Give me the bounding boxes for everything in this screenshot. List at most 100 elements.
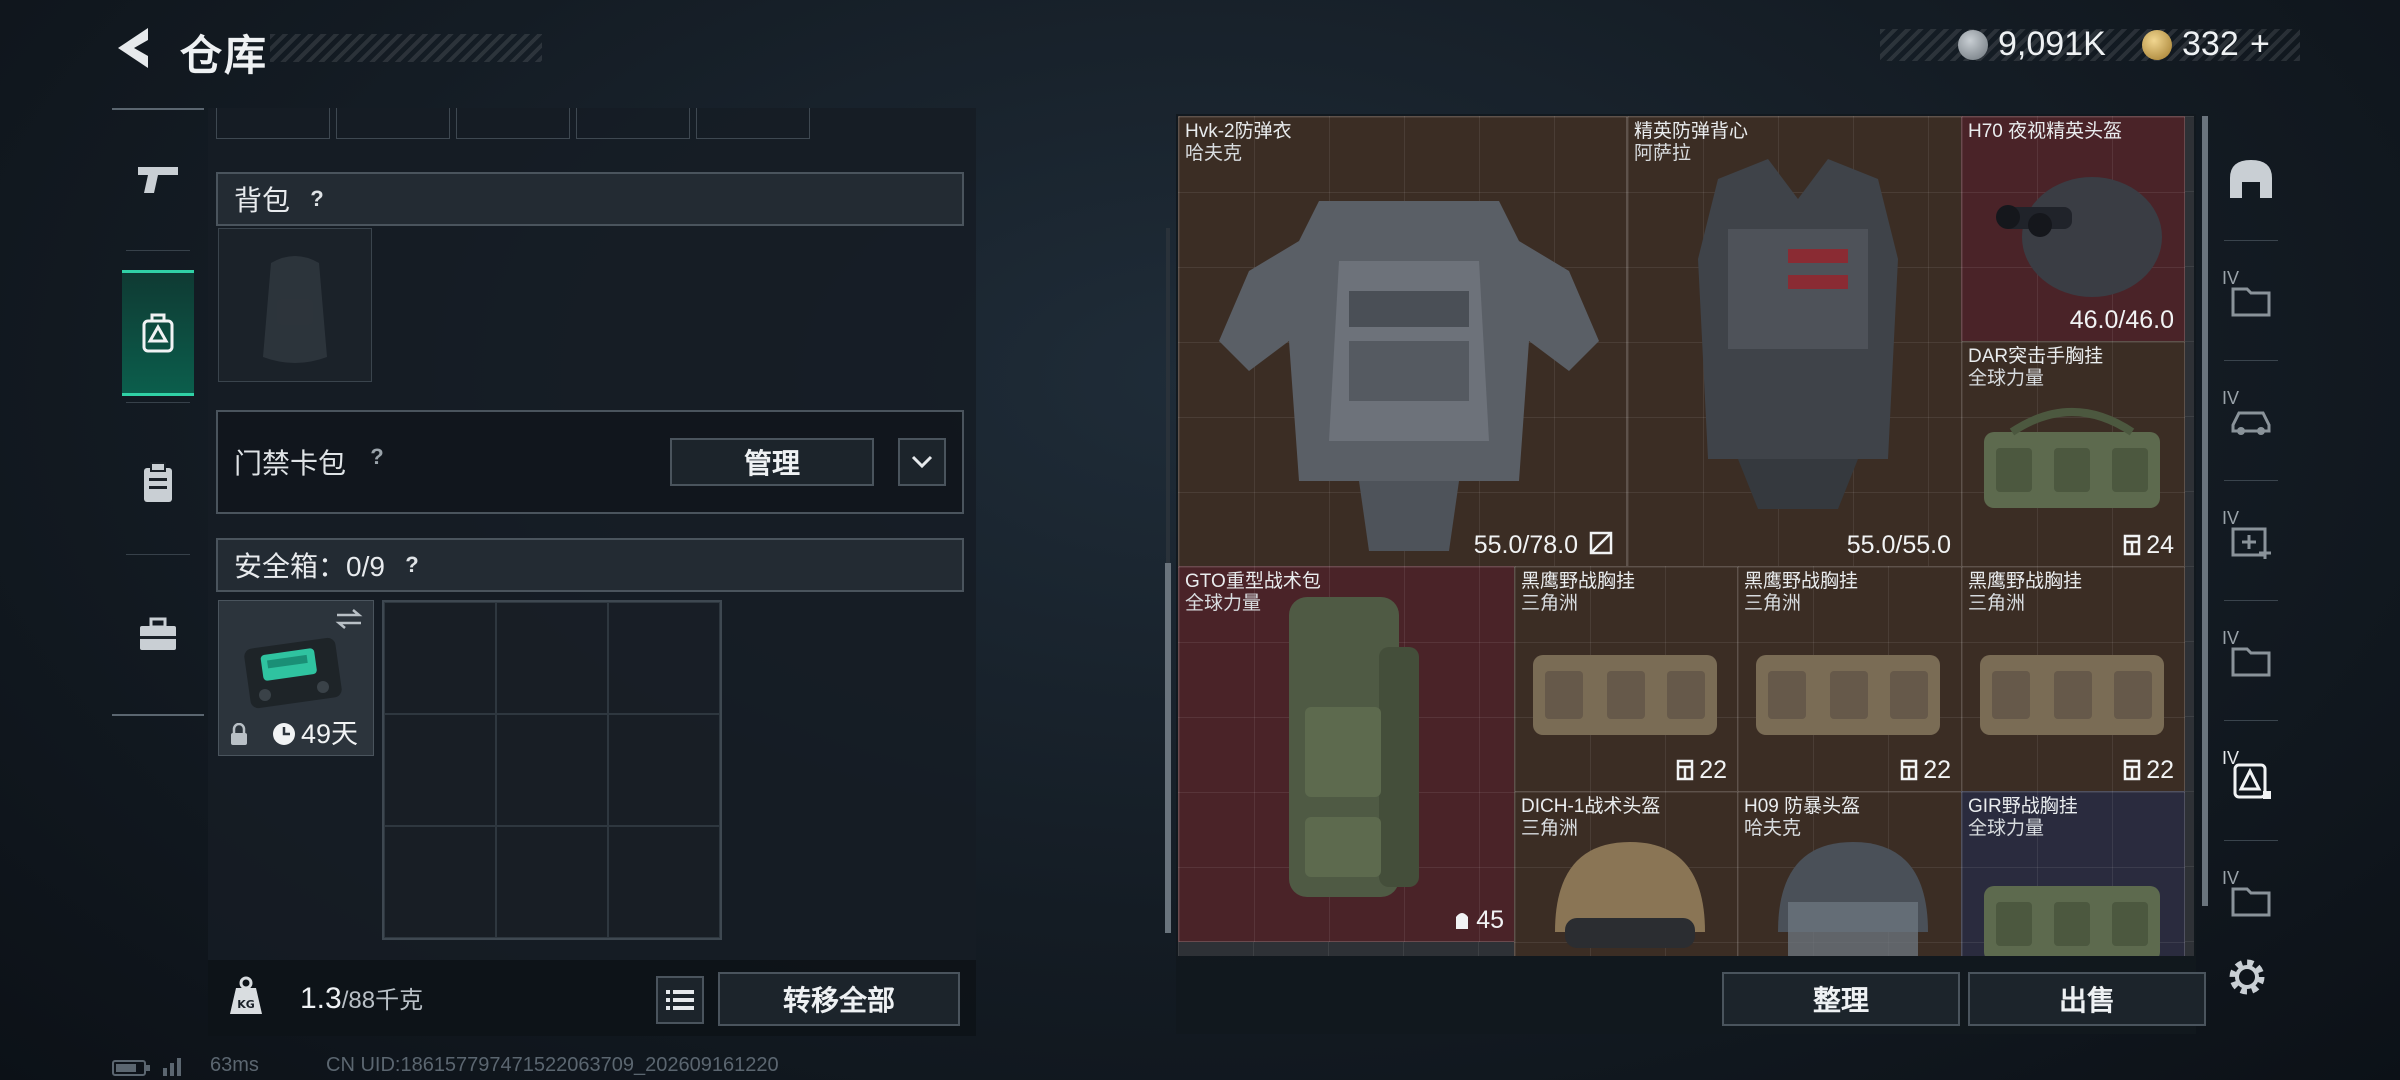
- inventory-item[interactable]: GIR野战胸挂 全球力量: [1961, 791, 2185, 956]
- back-arrow-icon: [118, 28, 148, 68]
- item-name: DICH-1战术头盔: [1521, 796, 1661, 817]
- item-name: 精英防弹背心: [1634, 121, 1749, 142]
- keycard-section: 门禁卡包 ? 管理: [216, 410, 964, 514]
- equip-slot[interactable]: [336, 108, 450, 139]
- equip-slot[interactable]: [576, 108, 690, 139]
- back-button[interactable]: [108, 22, 158, 74]
- nav-supplies[interactable]: [122, 422, 194, 542]
- inventory-item[interactable]: 黑鹰野战胸挂 三角洲 22: [1961, 566, 2185, 792]
- keycard-help-icon[interactable]: ?: [364, 444, 390, 470]
- inventory-item[interactable]: 精英防弹背心 阿萨拉 55.0/55.0: [1627, 116, 1962, 567]
- equip-slot[interactable]: [216, 108, 330, 139]
- item-name: H70 夜视精英头盔: [1968, 121, 2123, 142]
- backpack-capacity-icon: [1456, 913, 1468, 929]
- tactical-vest-image: [1698, 159, 1898, 509]
- tab-storage-1[interactable]: IV: [2214, 244, 2288, 354]
- swap-icon: [335, 609, 363, 629]
- capacity-icon: [1900, 759, 1918, 781]
- gold-coin-icon: [2142, 30, 2172, 60]
- item-capacity: 22: [1699, 756, 1727, 784]
- item-brand: 全球力量: [1185, 593, 1262, 614]
- safebox-cell[interactable]: [608, 714, 720, 826]
- safebox-grid: [382, 600, 722, 940]
- warehouse-tabs: IV IV IV IV IV IV: [2214, 114, 2288, 934]
- inventory-item[interactable]: H09 防暴头盔 哈夫克: [1737, 791, 1962, 956]
- lock-icon: [231, 723, 247, 745]
- item-durability: 46.0/46.0: [2069, 306, 2174, 334]
- item-name: GTO重型战术包: [1185, 571, 1321, 592]
- capacity-icon: [2123, 759, 2141, 781]
- inventory-item[interactable]: H70 夜视精英头盔 46.0/46.0: [1961, 116, 2185, 342]
- backpack-placeholder-icon: [263, 256, 327, 363]
- sell-button[interactable]: 出售: [1968, 972, 2206, 1026]
- clipboard-icon: [144, 462, 172, 502]
- safebox-help-icon[interactable]: ?: [399, 552, 425, 578]
- item-name: Hvk-2防弹衣: [1185, 121, 1292, 142]
- pistol-icon: [138, 167, 178, 193]
- safebox-cell[interactable]: [496, 602, 608, 714]
- inventory-item[interactable]: 黑鹰野战胸挂 三角洲 22: [1514, 566, 1738, 792]
- safebox-cell[interactable]: [496, 826, 608, 938]
- inventory-item[interactable]: DICH-1战术头盔 三角洲: [1514, 791, 1738, 956]
- equip-slot[interactable]: [696, 108, 810, 139]
- manage-button[interactable]: 管理: [670, 438, 874, 486]
- item-capacity: 22: [1923, 756, 1951, 784]
- night-vision-helmet-image: [1996, 177, 2162, 297]
- sort-button[interactable]: 整理: [1722, 972, 1960, 1026]
- equip-slot[interactable]: [456, 108, 570, 139]
- nav-toolbox[interactable]: [122, 574, 194, 694]
- item-brand: 哈夫克: [1185, 143, 1243, 164]
- page-title: 仓库: [180, 32, 269, 79]
- safebox-cell[interactable]: [608, 602, 720, 714]
- safebox-cell[interactable]: [496, 714, 608, 826]
- add-currency-button[interactable]: +: [2250, 25, 2270, 64]
- uid-text: CN UID:186157797471522063709_20260916122…: [326, 1054, 779, 1076]
- weight-display: 1.3/88千克: [300, 980, 423, 1016]
- nav-weapons[interactable]: [122, 120, 194, 240]
- chest-rig-image: [1984, 408, 2160, 508]
- backpack-slot[interactable]: [218, 228, 372, 382]
- svg-text:KG: KG: [237, 998, 255, 1011]
- inventory-item[interactable]: 黑鹰野战胸挂 三角洲 22: [1737, 566, 1962, 792]
- keycard-dropdown-button[interactable]: [898, 438, 946, 486]
- inventory-item[interactable]: DAR突击手胸挂 全球力量 24: [1961, 341, 2185, 567]
- item-capacity: 22: [2146, 756, 2174, 784]
- tab-storage-5[interactable]: IV: [2214, 724, 2288, 834]
- tab-storage-6[interactable]: IV: [2214, 844, 2288, 954]
- safebox-cell[interactable]: [384, 826, 496, 938]
- left-scrollbar-thumb[interactable]: [1165, 563, 1171, 933]
- backpack-help-icon[interactable]: ?: [304, 186, 330, 212]
- safebox-cell[interactable]: [384, 714, 496, 826]
- safebox-cell[interactable]: [608, 826, 720, 938]
- safebox-timer: 49天: [301, 719, 359, 749]
- inventory-scrollbar[interactable]: [2202, 116, 2208, 906]
- inventory-item[interactable]: Hvk-2防弹衣 哈夫克 55.0/78.0: [1178, 116, 1627, 567]
- capacity-icon: [1676, 759, 1694, 781]
- weight-icon: KG: [230, 976, 262, 1014]
- safebox-cell[interactable]: [384, 602, 496, 714]
- safebox-item[interactable]: 49天: [218, 600, 374, 756]
- item-capacity: 45: [1476, 906, 1504, 934]
- tab-storage-3[interactable]: IV: [2214, 484, 2288, 594]
- tier-label: IV: [2222, 868, 2240, 888]
- tab-storage-2[interactable]: IV: [2214, 364, 2288, 474]
- chest-rig-image: [1980, 655, 2164, 735]
- body-armor-image: [1219, 201, 1599, 551]
- safebox-section-header: 安全箱：0/9 ?: [216, 538, 964, 592]
- tab-all[interactable]: [2214, 124, 2288, 234]
- item-name: 黑鹰野战胸挂: [1521, 571, 1636, 592]
- item-durability: 55.0/55.0: [1846, 531, 1951, 559]
- tab-storage-4[interactable]: IV: [2214, 604, 2288, 714]
- list-icon: [666, 990, 694, 1010]
- backpack-label: 背包: [234, 185, 291, 216]
- item-durability: 55.0/78.0: [1473, 531, 1578, 559]
- nav-equipment[interactable]: [122, 270, 194, 396]
- item-brand: 三角洲: [1521, 818, 1579, 839]
- settings-button[interactable]: [2222, 952, 2272, 1002]
- item-name: H09 防暴头盔: [1744, 796, 1861, 817]
- item-brand: 全球力量: [1968, 368, 2045, 389]
- transfer-all-button[interactable]: 转移全部: [718, 972, 960, 1026]
- tier-label: IV: [2222, 388, 2240, 408]
- inventory-item[interactable]: GTO重型战术包 全球力量 45: [1178, 566, 1515, 942]
- list-view-button[interactable]: [656, 976, 704, 1024]
